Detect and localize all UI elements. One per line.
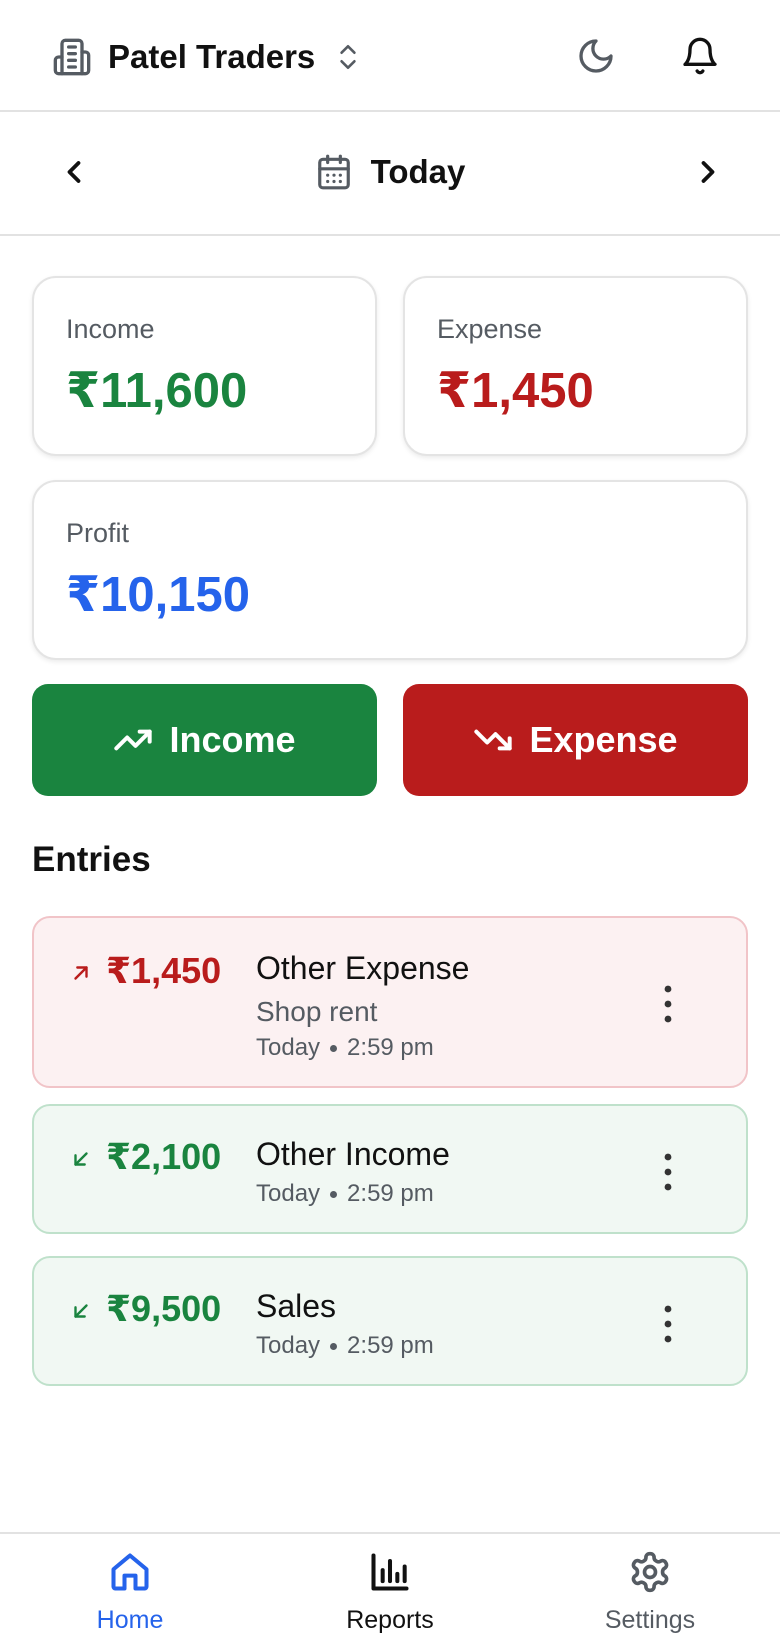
entry-row[interactable]: ₹9,500 Sales Today 2:59 pm [32, 1256, 748, 1386]
nav-reports[interactable]: Reports [260, 1534, 520, 1646]
income-summary-card: Income ₹11,600 [32, 276, 377, 456]
expense-summary-label: Expense [437, 314, 543, 344]
chevron-right-icon[interactable] [690, 154, 726, 190]
bell-icon[interactable] [680, 36, 720, 76]
business-name: Patel Traders [108, 38, 316, 75]
trending-up-icon [114, 729, 153, 751]
add-income-button[interactable]: Income [32, 684, 377, 796]
profit-summary-card: Profit ₹10,150 [32, 480, 748, 660]
bottom-navigation: Home Reports Settings [0, 1532, 780, 1646]
entry-time: 2:59 pm [347, 1332, 434, 1359]
add-expense-button[interactable]: Expense [403, 684, 748, 796]
entry-note: Shop rent [256, 996, 378, 1027]
nav-home-label: Home [96, 1606, 164, 1634]
entry-timestamp: Today 2:59 pm [256, 1332, 434, 1360]
entry-category: Other Income [256, 1136, 450, 1172]
profit-summary-amount: ₹10,150 [66, 568, 250, 622]
entry-timestamp: Today 2:59 pm [256, 1180, 434, 1208]
expense-summary-card: Expense ₹1,450 [403, 276, 748, 456]
more-vertical-icon[interactable] [660, 1304, 676, 1344]
more-vertical-icon[interactable] [660, 984, 676, 1024]
arrow-down-left-icon [74, 1152, 88, 1166]
top-app-bar: Patel Traders [0, 0, 780, 112]
date-navigator: Today [0, 112, 780, 236]
nav-home[interactable]: Home [0, 1534, 260, 1646]
home-icon [111, 1553, 149, 1591]
calendar-icon [317, 154, 350, 190]
entry-day: Today [256, 1034, 321, 1061]
nav-settings-label: Settings [604, 1606, 696, 1634]
chevron-up-down-icon [340, 45, 356, 70]
separator-dot [330, 1044, 338, 1052]
business-switcher[interactable]: Patel Traders [52, 34, 361, 80]
bar-chart-icon [371, 1553, 409, 1591]
arrow-down-left-icon [74, 1304, 88, 1318]
entry-amount: ₹2,100 [106, 1136, 222, 1177]
date-label: Today [370, 153, 466, 190]
entry-category: Sales [256, 1288, 337, 1324]
entry-row[interactable]: ₹2,100 Other Income Today 2:59 pm [32, 1104, 748, 1234]
nav-settings[interactable]: Settings [520, 1534, 780, 1646]
entries-heading: Entries [32, 840, 151, 879]
gear-icon [631, 1551, 669, 1593]
arrow-up-right-icon [74, 966, 88, 980]
trending-down-icon [474, 729, 513, 751]
entry-timestamp: Today 2:59 pm [256, 1034, 434, 1062]
income-summary-label: Income [66, 314, 155, 344]
building-icon [53, 38, 91, 76]
expense-summary-amount: ₹1,450 [437, 364, 594, 418]
date-selector[interactable]: Today [0, 150, 780, 194]
entry-time: 2:59 pm [347, 1180, 434, 1207]
entry-row[interactable]: ₹1,450 Other Expense Shop rent Today 2:5… [32, 916, 748, 1088]
entry-day: Today [256, 1180, 321, 1207]
separator-dot [330, 1342, 338, 1350]
entry-day: Today [256, 1332, 321, 1359]
income-summary-amount: ₹11,600 [66, 364, 248, 418]
entry-category: Other Expense [256, 950, 470, 986]
moon-icon[interactable] [576, 36, 616, 76]
entry-amount: ₹9,500 [106, 1288, 222, 1329]
add-expense-label: Expense [529, 719, 678, 760]
nav-reports-label: Reports [346, 1606, 434, 1634]
separator-dot [330, 1190, 338, 1198]
profit-summary-label: Profit [66, 518, 130, 548]
more-vertical-icon[interactable] [660, 1152, 676, 1192]
add-income-label: Income [169, 719, 296, 760]
entry-time: 2:59 pm [347, 1034, 434, 1061]
entry-amount: ₹1,450 [106, 950, 222, 991]
